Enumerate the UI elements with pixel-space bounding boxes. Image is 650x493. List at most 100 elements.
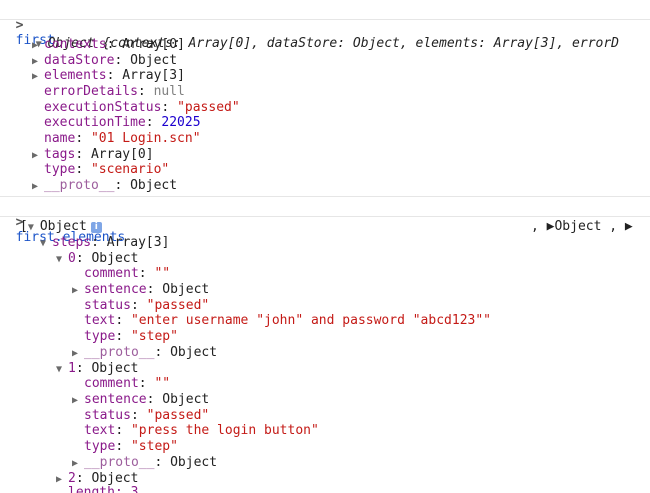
prop-row-executionstatus: executionStatus: "passed" <box>44 100 240 115</box>
prop-value: "01 Login.scn" <box>90 131 201 146</box>
prop-row-type: type: "scenario" <box>44 162 170 177</box>
prop-row-text: text: "enter username "john" and passwor… <box>84 313 491 328</box>
prop-row-datastore[interactable]: ▶ dataStore: Object <box>32 53 177 69</box>
prop-key: tags <box>44 147 76 162</box>
collapsed-triangle-icon[interactable]: ▶ <box>72 283 84 298</box>
prop-key: __proto__ <box>84 345 155 360</box>
prop-row-proto[interactable]: ▶ __proto__: Object <box>32 178 177 194</box>
separator <box>0 196 650 197</box>
prop-value: Array[3] <box>106 235 170 250</box>
prop-value: "" <box>154 376 171 391</box>
prop-row-status: status: "passed" <box>84 408 210 423</box>
prop-key: type <box>44 162 76 177</box>
prop-key: sentence <box>84 282 147 297</box>
prop-value: Object <box>170 455 218 470</box>
prop-key: status <box>84 298 131 313</box>
prop-key: errorDetails <box>44 84 138 99</box>
prop-key: steps <box>52 235 92 250</box>
object-summary-row[interactable]: ▼ Object {contexts: Array[0], dataStore: … <box>20 21 619 51</box>
prop-row-text: text: "press the login button" <box>84 423 319 438</box>
expanded-triangle-icon[interactable]: ▼ <box>28 220 40 235</box>
prop-value: Object <box>162 392 210 407</box>
prop-row-errordetails: errorDetails: null <box>44 84 185 99</box>
object-label: Object <box>39 219 87 234</box>
prop-row-contexts[interactable]: ▶ contexts: Array[0] <box>32 37 185 53</box>
prop-row-name: name: "01 Login.scn" <box>44 131 201 146</box>
collapsed-triangle-icon[interactable]: ▶ <box>72 346 84 361</box>
separator <box>0 216 650 217</box>
expanded-triangle-icon[interactable]: ▼ <box>40 236 52 251</box>
prop-value: "step" <box>130 329 178 344</box>
prop-value: Array[0] <box>122 37 185 52</box>
prop-key: length: 3 <box>68 485 139 493</box>
prop-key: elements <box>44 68 107 83</box>
prop-value: "enter username "john" and password "abc… <box>130 313 491 328</box>
prop-value: "passed" <box>146 298 210 313</box>
prop-key: text <box>84 423 116 438</box>
console-command-first[interactable]: > first <box>0 3 55 48</box>
prop-value: "scenario" <box>90 162 170 177</box>
prop-key: 2 <box>68 471 76 486</box>
collapsed-triangle-icon[interactable]: ▶ <box>32 54 44 69</box>
prop-key: contexts <box>44 37 107 52</box>
prop-value: Object <box>91 361 139 376</box>
collapsed-triangle-icon[interactable]: ▶ <box>32 69 44 84</box>
prop-value: Object <box>162 282 210 297</box>
prop-value: Object <box>91 471 139 486</box>
collapsed-triangle-icon[interactable]: ▶ <box>32 38 44 53</box>
prop-value: Object <box>130 53 178 68</box>
prop-row-executiontime: executionTime: 22025 <box>44 115 201 130</box>
prop-key: name <box>44 131 76 146</box>
prop-value: Array[0] <box>90 147 154 162</box>
collapsed-triangle-icon[interactable]: ▶ <box>72 456 84 471</box>
prop-row-comment: comment: "" <box>84 266 171 281</box>
prop-value: "" <box>154 266 171 281</box>
separator <box>0 19 650 20</box>
prop-row-status: status: "passed" <box>84 298 210 313</box>
prop-row-steps[interactable]: ▼ steps: Array[3] <box>40 235 169 251</box>
array-summary-row[interactable]: [▼ Object i <box>20 219 102 235</box>
collapsed-triangle-icon[interactable]: ▶ <box>72 393 84 408</box>
prop-key: 1 <box>68 361 76 376</box>
prop-key: dataStore <box>44 53 115 68</box>
prop-row-comment: comment: "" <box>84 376 171 391</box>
prop-row-elements[interactable]: ▶ elements: Array[3] <box>32 68 185 84</box>
step-row-1[interactable]: ▼ 1: Object <box>56 361 138 377</box>
prop-value: Object <box>91 251 139 266</box>
array-preview-text: , ▶Object , ▶ <box>531 219 633 234</box>
collapsed-triangle-icon[interactable]: ▶ <box>56 472 68 487</box>
expanded-triangle-icon[interactable]: ▼ <box>56 252 68 267</box>
prop-value: Array[3] <box>122 68 185 83</box>
prop-value: null <box>153 84 185 99</box>
prop-value: "step" <box>130 439 178 454</box>
prop-row-type: type: "step" <box>84 329 178 344</box>
collapsed-triangle-icon[interactable]: ▶ <box>32 148 44 163</box>
prop-key: type <box>84 439 116 454</box>
prop-key: comment <box>84 266 139 281</box>
prop-row-tags[interactable]: ▶ tags: Array[0] <box>32 147 154 163</box>
prop-value: 22025 <box>161 115 201 130</box>
expanded-triangle-icon[interactable]: ▼ <box>56 362 68 377</box>
prop-value: Object <box>130 178 178 193</box>
prop-row-sentence[interactable]: ▶ sentence: Object <box>72 282 209 298</box>
prop-key: 0 <box>68 251 76 266</box>
prop-key: __proto__ <box>84 455 155 470</box>
console-command-first-elements[interactable]: > first.elements <box>0 200 126 245</box>
collapsed-triangle-icon[interactable]: ▶ <box>32 179 44 194</box>
prop-row-type: type: "step" <box>84 439 178 454</box>
prop-row-proto[interactable]: ▶ __proto__: Object <box>72 455 217 471</box>
prop-key: __proto__ <box>44 178 115 193</box>
prop-key: text <box>84 313 116 328</box>
array-preview-tail: , ▶Object , ▶ <box>531 219 633 235</box>
prop-row-sentence[interactable]: ▶ sentence: Object <box>72 392 209 408</box>
prop-key: type <box>84 329 116 344</box>
prop-row-length-partial: length: 3 <box>68 485 138 493</box>
step-row-0[interactable]: ▼ 0: Object <box>56 251 138 267</box>
prop-row-proto[interactable]: ▶ __proto__: Object <box>72 345 217 361</box>
prop-key: executionTime <box>44 115 146 130</box>
prop-key: executionStatus <box>44 100 162 115</box>
info-icon[interactable]: i <box>90 222 102 233</box>
prop-key: sentence <box>84 392 147 407</box>
prop-key: comment <box>84 376 139 391</box>
prop-value: "press the login button" <box>130 423 319 438</box>
